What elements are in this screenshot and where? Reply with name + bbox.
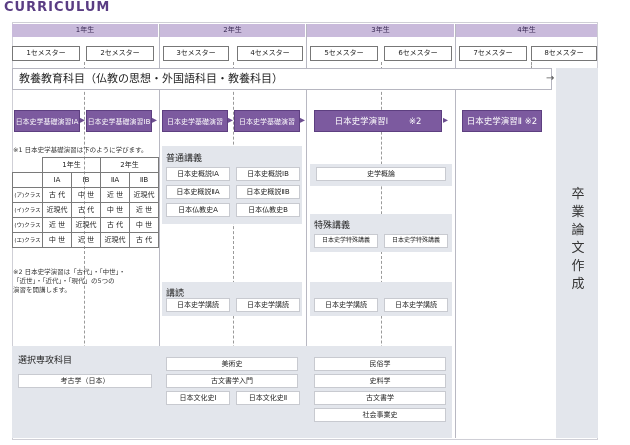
basic-seminar-2b: 日本史学基礎演習ⅡB ※1 xyxy=(234,110,300,148)
course-tag: 日本史学講読 xyxy=(236,298,300,312)
arrow-right-icon: ▸ xyxy=(443,115,449,126)
seminar-1: 日本史学演習Ⅰ ※2 xyxy=(314,110,442,132)
elective-heading: 選択専攻科目 xyxy=(18,356,73,366)
course-tag: 社会事業史 xyxy=(314,408,446,422)
course-tag: 日本史学講読 xyxy=(166,298,230,312)
general-lecture-heading: 普通講義 xyxy=(166,154,203,164)
semester-2: 2セメスター xyxy=(86,46,154,61)
year-header-2: 2年生 xyxy=(160,24,305,37)
course-tag: 史学概論 xyxy=(316,167,446,181)
table-col-header: ⅡA xyxy=(100,172,130,188)
arrow-right-icon: ▸ xyxy=(152,115,158,126)
table-row: (イ)クラス 近現代 古 代 中 世 近 世 xyxy=(12,202,159,218)
table-row: (エ)クラス 中 世 近 世 近現代 古 代 xyxy=(12,232,159,248)
year-header-3: 3年生 xyxy=(307,24,454,37)
semester-8: 8セメスター xyxy=(531,46,597,61)
semester-4: 4セメスター xyxy=(237,46,303,61)
seminar-2: 日本史学演習Ⅱ ※2 xyxy=(462,110,542,132)
semester-1: 1セメスター xyxy=(12,46,80,61)
general-education-band: 教養教育科目（仏教の思想・外国語科目・教養科目） xyxy=(12,68,552,90)
course-tag: 美術史 xyxy=(166,357,298,371)
basic-seminar-1a: 日本史学基礎演習ⅠA ※1 xyxy=(14,110,80,148)
graduation-thesis-label: 卒 業 論 文 作 成 xyxy=(571,187,585,292)
table-header-year2: 2年生 xyxy=(100,157,159,173)
table-header-year1: 1年生 xyxy=(42,157,101,173)
table-col-header: ⅠB xyxy=(71,172,101,188)
arrow-right-icon: → xyxy=(546,73,555,84)
course-tag: 日本史学特殊講義 xyxy=(314,234,378,248)
course-tag: 民俗学 xyxy=(314,357,446,371)
page-title: CURRICULUM xyxy=(4,0,111,15)
course-tag: 日本史学講読 xyxy=(384,298,448,312)
course-tag: 日本史概説ⅡB xyxy=(236,185,300,199)
course-tag: 古文書学入門 xyxy=(166,374,298,388)
course-tag: 史料学 xyxy=(314,374,446,388)
course-tag: 日本史学講読 xyxy=(314,298,378,312)
basic-seminar-2a: 日本史学基礎演習ⅡA ※1 xyxy=(162,110,228,148)
basic-seminar-1b: 日本史学基礎演習ⅠB ※1 xyxy=(86,110,152,148)
course-tag: 古文書学 xyxy=(314,391,446,405)
arrow-right-icon: ▸ xyxy=(300,115,306,126)
year-header-1: 1年生 xyxy=(12,24,158,37)
arrow-right-icon: ▸ xyxy=(228,115,234,126)
course-tag: 日本文化史Ⅱ xyxy=(236,391,300,405)
semester-5: 5セメスター xyxy=(310,46,378,61)
table-row: (ア)クラス 古 代 中 世 近 世 近現代 xyxy=(12,187,159,203)
year-header-4: 4年生 xyxy=(456,24,597,37)
course-tag: 考古学（日本） xyxy=(18,374,152,388)
course-tag: 日本史概説ⅡA xyxy=(166,185,230,199)
table-col-header: ⅠA xyxy=(42,172,72,188)
note-1: ※1 日本史学基礎演習は下のように学びます。 xyxy=(13,146,148,154)
course-tag: 日本仏教史A xyxy=(166,203,230,217)
table-col-header: ⅡB xyxy=(129,172,159,188)
course-tag: 日本文化史Ⅰ xyxy=(166,391,230,405)
course-tag: 日本史概説ⅠB xyxy=(236,167,300,181)
semester-6: 6セメスター xyxy=(384,46,452,61)
arrow-right-icon: ▸ xyxy=(80,115,86,126)
course-tag: 日本史概説ⅠA xyxy=(166,167,230,181)
course-tag: 日本史学特殊講義 xyxy=(384,234,448,248)
course-tag: 日本仏教史B xyxy=(236,203,300,217)
semester-3: 3セメスター xyxy=(163,46,229,61)
semester-7: 7セメスター xyxy=(459,46,527,61)
special-lecture-heading: 特殊講義 xyxy=(314,221,351,231)
note-2: ※2 日本史学演習は「古代」・「中世」・ 「近世」・「近代」・「現代」の5つの … xyxy=(13,268,126,294)
table-row: (ウ)クラス 近 世 近現代 古 代 中 世 xyxy=(12,217,159,233)
class-rotation-table: 1年生 2年生 ⅠA ⅠB ⅡA ⅡB (ア)クラス 古 代 中 世 近 世 近… xyxy=(12,157,159,248)
